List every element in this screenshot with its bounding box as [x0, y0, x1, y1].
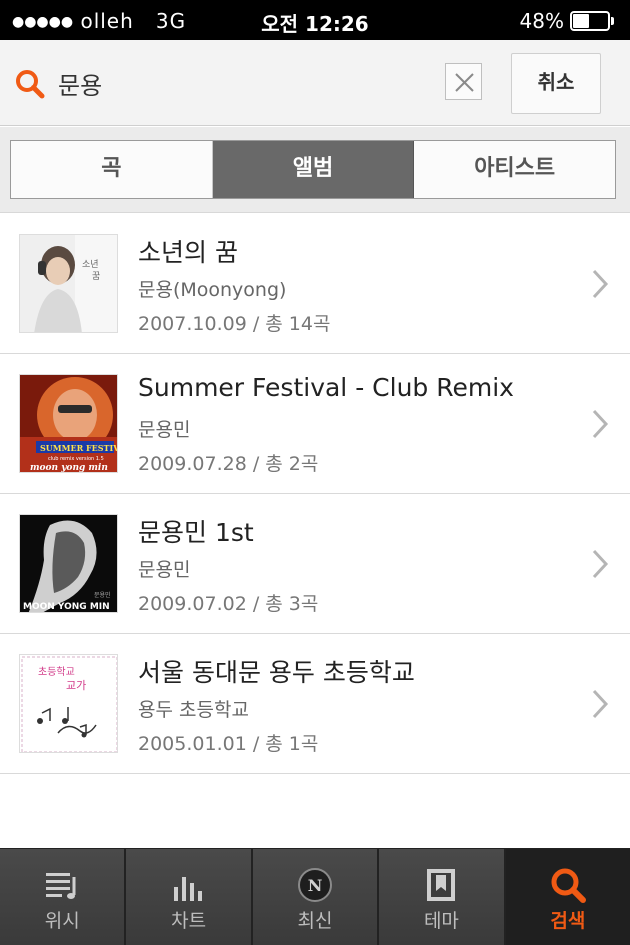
album-title: 서울 동대문 용두 초등학교 [138, 658, 415, 687]
svg-text:초등학교: 초등학교 [38, 666, 75, 678]
chevron-right-icon [592, 689, 609, 719]
nav-search-label: 검색 [550, 910, 586, 932]
new-badge-icon: N [298, 868, 333, 902]
search-icon [551, 868, 586, 903]
nav-chart-label: 차트 [171, 910, 207, 932]
status-bar: ●●●●● olleh 3G 오전 12:26 48% [0, 0, 630, 40]
chevron-right-icon [592, 409, 609, 439]
search-header: 문용 취소 [0, 40, 630, 126]
search-input[interactable]: 문용 [58, 66, 102, 101]
album-cover: 초등학교 교가 [19, 654, 118, 753]
nav-wish[interactable]: 위시 [0, 849, 127, 945]
nav-new-label: 최신 [297, 910, 333, 932]
chart-bars-icon [173, 877, 202, 901]
chevron-right-icon [592, 549, 609, 579]
album-cover: 소년 꿈 [19, 234, 118, 333]
album-result-list: 소년 꿈 소년의 꿈 문용(Moonyong) 2007.10.09 / 총 1… [0, 214, 630, 774]
nav-theme[interactable]: 테마 [379, 849, 506, 945]
album-artist: 문용(Moonyong) [138, 279, 287, 301]
album-artist: 문용민 [138, 419, 191, 441]
svg-text:MOON YONG MIN: MOON YONG MIN [23, 602, 110, 612]
svg-text:꿈: 꿈 [92, 271, 100, 282]
album-cover: 문용민 MOON YONG MIN [19, 514, 118, 613]
svg-text:소년: 소년 [82, 259, 99, 270]
battery-icon [570, 11, 614, 31]
nav-wish-label: 위시 [44, 910, 80, 932]
tab-artists[interactable]: 아티스트 [414, 141, 615, 198]
svg-text:교가: 교가 [66, 679, 86, 692]
nav-theme-label: 테마 [423, 910, 459, 932]
album-meta: 2005.01.01 / 총 1곡 [138, 733, 319, 755]
cancel-button[interactable]: 취소 [511, 53, 601, 114]
result-type-tabs: 곡 앨범 아티스트 [0, 127, 630, 213]
tab-albums[interactable]: 앨범 [212, 141, 415, 198]
album-title: 문용민 1st [138, 518, 254, 547]
nav-chart[interactable]: 차트 [126, 849, 253, 945]
theme-book-icon [427, 869, 456, 901]
nav-new[interactable]: N 최신 [252, 849, 380, 945]
svg-text:moon yong min: moon yong min [30, 463, 108, 473]
album-meta: 2007.10.09 / 총 14곡 [138, 313, 331, 335]
close-icon [455, 73, 474, 92]
svg-text:SUMMER FESTIVAL: SUMMER FESTIVAL [40, 443, 118, 453]
nav-search[interactable]: 검색 [505, 849, 630, 945]
chevron-right-icon [592, 269, 609, 299]
album-title: Summer Festival - Club Remix [138, 373, 514, 402]
battery-percent: 48% [519, 9, 564, 33]
bottom-tab-bar: 위시 차트 N 최신 테마 검색 [0, 848, 630, 945]
album-row[interactable]: 소년 꿈 소년의 꿈 문용(Moonyong) 2007.10.09 / 총 1… [0, 214, 630, 354]
album-artist: 문용민 [138, 559, 191, 581]
tab-songs[interactable]: 곡 [11, 141, 213, 198]
album-title: 소년의 꿈 [138, 238, 238, 267]
clear-search-button[interactable] [445, 63, 482, 100]
svg-text:club remix version 1.5: club remix version 1.5 [48, 456, 104, 462]
album-cover: SUMMER FESTIVAL club remix version 1.5 m… [19, 374, 118, 473]
album-row[interactable]: SUMMER FESTIVAL club remix version 1.5 m… [0, 354, 630, 494]
album-meta: 2009.07.28 / 총 2곡 [138, 453, 319, 475]
album-artist: 용두 초등학교 [138, 699, 249, 721]
album-meta: 2009.07.02 / 총 3곡 [138, 593, 319, 615]
playlist-icon [46, 873, 76, 899]
album-row[interactable]: 초등학교 교가 서울 동대문 용두 초등학교 용두 초등학교 2005.01.0… [0, 634, 630, 774]
svg-text:문용민: 문용민 [94, 591, 111, 599]
album-row[interactable]: 문용민 MOON YONG MIN 문용민 1st 문용민 2009.07.02… [0, 494, 630, 634]
search-icon [16, 70, 45, 99]
svg-text:N: N [308, 876, 323, 895]
